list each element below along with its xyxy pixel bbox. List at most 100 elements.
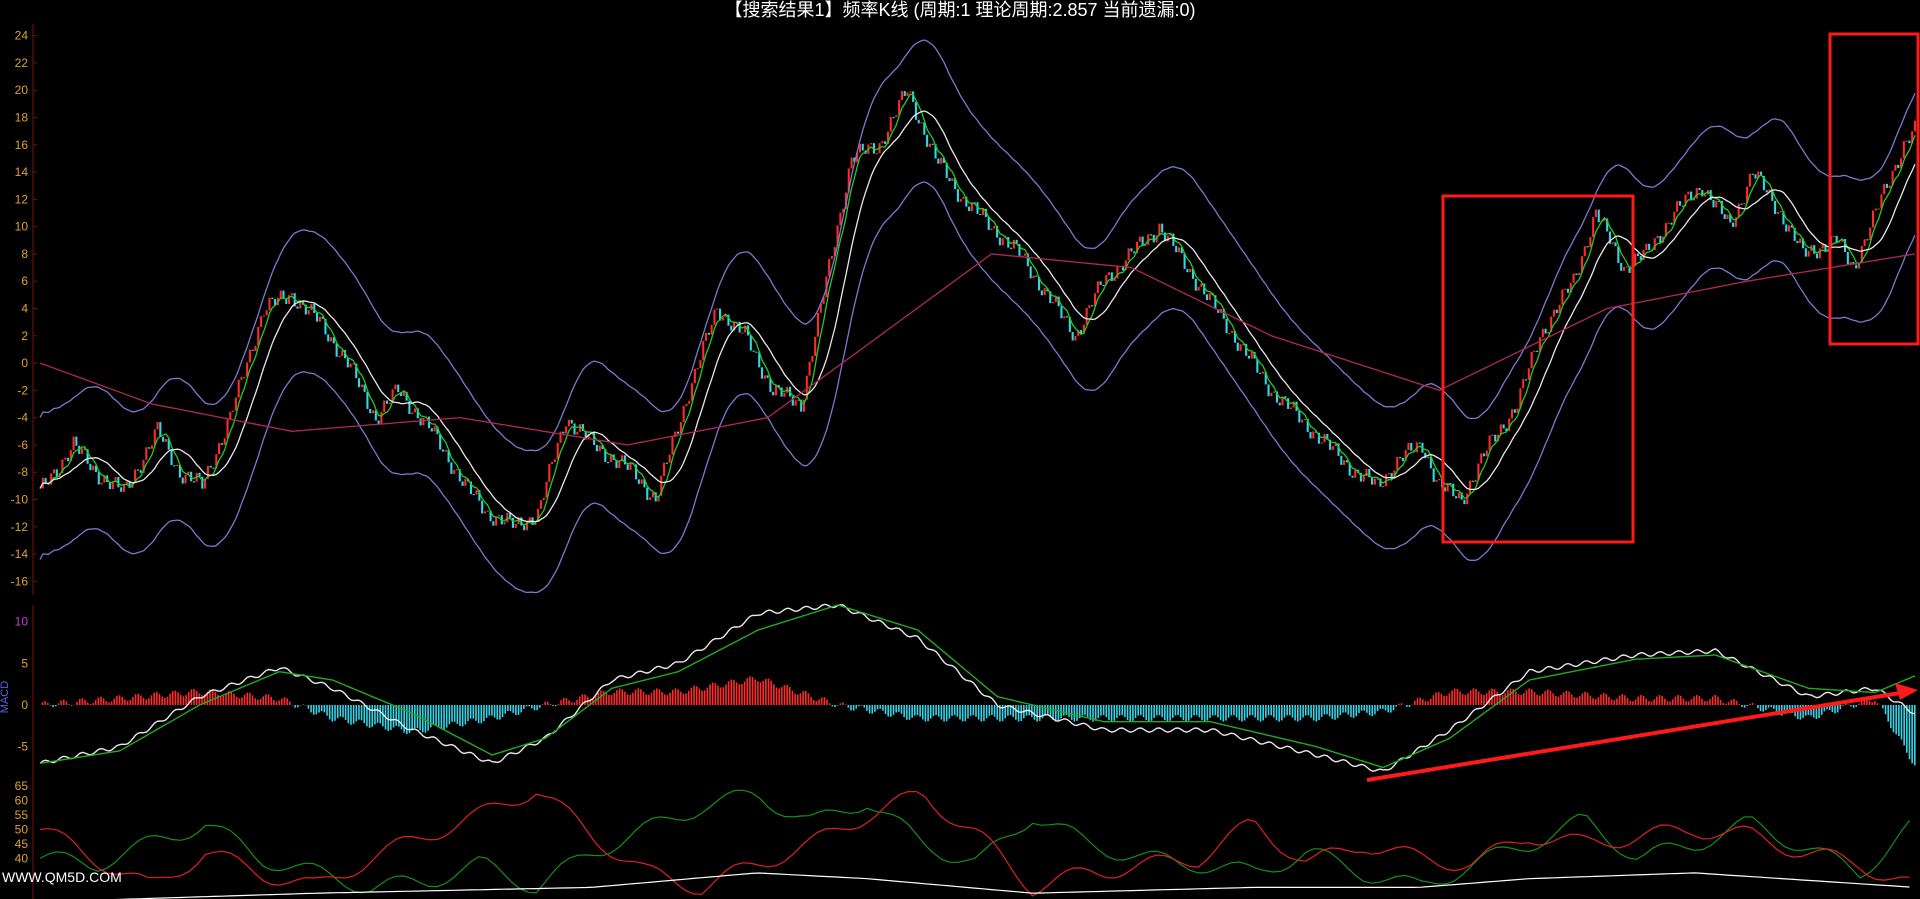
candle <box>903 91 906 96</box>
macd-bar <box>703 690 706 705</box>
macd-bar <box>1070 705 1073 720</box>
macd-bar <box>645 694 647 705</box>
macd-bar <box>1578 696 1581 705</box>
macd-bar <box>1658 695 1661 705</box>
candle <box>346 358 349 368</box>
candle <box>318 316 321 322</box>
candle <box>576 431 579 435</box>
macd-bar <box>1483 694 1485 705</box>
macd-bar <box>1201 705 1203 721</box>
macd-bar <box>1182 705 1185 721</box>
macd-bar <box>182 696 185 705</box>
macd-bar <box>342 705 344 718</box>
macd-bar <box>1142 705 1145 718</box>
macd-bar <box>1648 701 1650 705</box>
macd-bar <box>1464 694 1467 705</box>
candle <box>1527 368 1530 380</box>
macd-bar <box>1544 691 1546 705</box>
candle <box>1225 318 1228 334</box>
macd-bar <box>185 695 187 705</box>
y-tick-label: -16 <box>11 574 29 588</box>
macd-bar <box>54 705 57 707</box>
macd-bar <box>1722 702 1725 705</box>
macd-bar <box>1469 690 1472 705</box>
candle <box>850 157 853 169</box>
macd-bar <box>985 705 988 719</box>
macd-bar <box>1166 705 1169 722</box>
macd-bar <box>1671 699 1674 705</box>
macd-bar <box>1312 705 1315 721</box>
candle <box>906 92 909 96</box>
candle <box>917 119 920 124</box>
candle <box>1482 453 1486 457</box>
macd-bar <box>1677 695 1679 705</box>
candle <box>1645 243 1648 250</box>
candle <box>1835 235 1838 243</box>
candle <box>1250 352 1253 359</box>
macd-bar <box>695 686 698 705</box>
candle <box>528 517 531 521</box>
candle <box>1354 469 1357 478</box>
candle <box>570 419 573 424</box>
macd-bar <box>1416 698 1419 705</box>
macd-bar <box>1525 690 1528 705</box>
macd-bar <box>546 701 549 705</box>
macd-bar <box>1323 705 1326 715</box>
macd-bar <box>89 704 92 705</box>
macd-bar <box>1855 705 1858 707</box>
macd-bar <box>1156 705 1158 716</box>
macd-bar <box>993 705 996 717</box>
macd-bar <box>1629 700 1632 705</box>
macd-bar <box>46 702 49 705</box>
y-tick-label: 10 <box>15 615 29 629</box>
candle <box>1871 210 1875 228</box>
macd-bar <box>262 696 265 705</box>
macd-bar <box>1597 697 1600 705</box>
macd-bar <box>1379 705 1382 709</box>
macd-bar <box>1746 705 1749 707</box>
candle <box>713 309 716 325</box>
macd-bar <box>132 696 134 705</box>
y-tick-label: 14 <box>15 165 29 179</box>
candle <box>1788 225 1791 232</box>
annotation-rect <box>1828 32 1920 346</box>
macd-bar <box>823 697 826 705</box>
candle <box>909 91 912 93</box>
macd-bar <box>656 688 658 705</box>
candle <box>1239 344 1242 351</box>
macd-bar <box>1121 705 1124 716</box>
candle <box>243 376 246 379</box>
macd-bar <box>1265 705 1267 718</box>
macd-bar <box>1868 700 1871 705</box>
macd-bar <box>190 689 193 705</box>
macd-bar <box>541 704 544 705</box>
macd-bar <box>429 705 432 728</box>
candle <box>162 437 165 442</box>
candle <box>170 449 173 466</box>
macd-bar <box>919 705 921 717</box>
macd-bar <box>1533 692 1536 705</box>
macd-bar <box>1214 705 1217 716</box>
macd-bar <box>1360 705 1363 711</box>
macd-bar <box>294 705 296 708</box>
macd-bar <box>1352 705 1355 718</box>
candle <box>248 349 251 363</box>
macd-bar <box>903 705 905 718</box>
candle <box>486 510 489 512</box>
macd-bar <box>940 705 943 720</box>
candle <box>1471 480 1474 482</box>
candle <box>1774 200 1777 215</box>
y-tick-label: 18 <box>15 111 29 125</box>
candle <box>562 431 565 434</box>
macd-bar <box>281 698 283 705</box>
macd-bar <box>62 699 65 705</box>
macd-bar <box>1767 705 1770 708</box>
candle <box>1085 308 1088 325</box>
macd-bar <box>1193 705 1195 716</box>
y-tick-label: 45 <box>15 837 29 851</box>
macd-bar <box>1017 705 1020 722</box>
macd-bar <box>1254 705 1257 718</box>
candle <box>1544 328 1547 334</box>
candle <box>1270 392 1273 397</box>
candle <box>1564 288 1567 290</box>
